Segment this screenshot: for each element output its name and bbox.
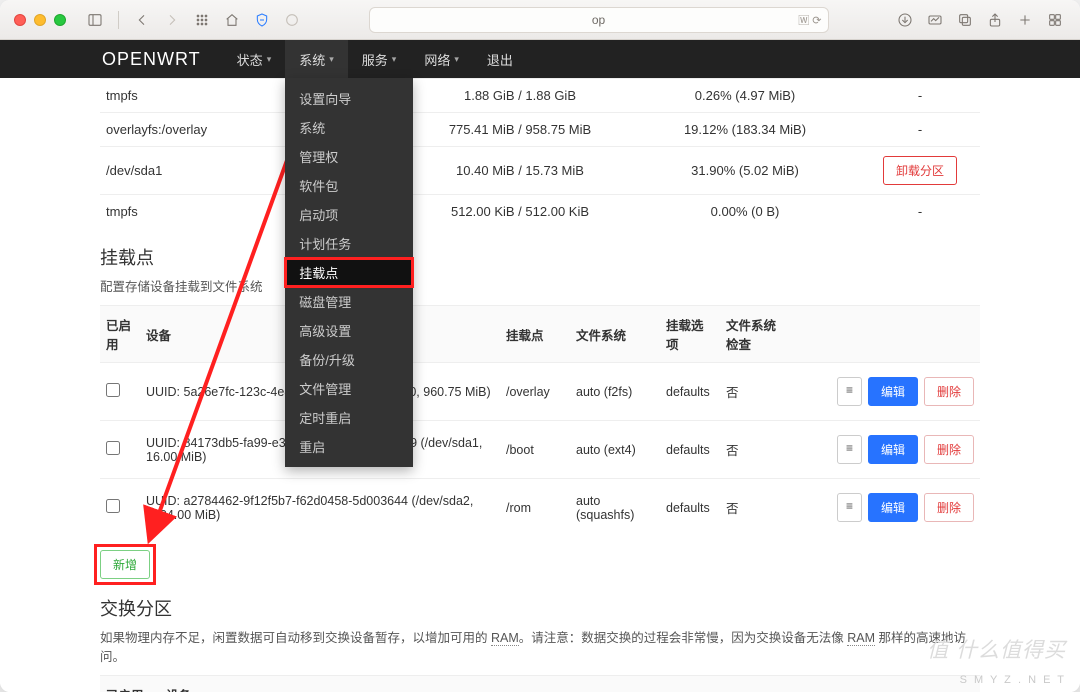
edit-button[interactable]: 编辑 [868,493,918,522]
swap-section-title: 交换分区 [100,595,980,621]
dd-reboot[interactable]: 重启 [285,432,413,461]
privacy-icon[interactable] [281,9,303,31]
apps-icon[interactable] [191,9,213,31]
page-content: OPENWRT 状态▾ 系统▾ 设置向导 系统 管理权 软件包 启动项 计划任务… [0,40,1080,692]
minimize-window-button[interactable] [34,14,46,26]
mount-section-desc: 配置存储设备挂载到文件系统 [100,276,980,295]
close-window-button[interactable] [14,14,26,26]
brand-logo[interactable]: OPENWRT [0,49,223,70]
share-up-icon[interactable] [954,9,976,31]
add-button-highlight: 新增 [100,550,150,579]
add-button[interactable]: 新增 [100,550,150,579]
col-fs: 文件系统 [570,306,660,363]
dd-admin[interactable]: 管理权 [285,142,413,171]
shield-icon[interactable] [251,9,273,31]
dd-setup-wizard[interactable]: 设置向导 [285,84,413,113]
dd-startup[interactable]: 启动项 [285,200,413,229]
col-enabled: 已启用 [100,306,140,363]
edit-button[interactable]: 编辑 [868,435,918,464]
dd-mount-points[interactable]: 挂载点 [285,258,413,287]
nav-logout[interactable]: 退出 [473,40,527,78]
filesystem-table: tmpfs1.88 GiB / 1.88 GiB0.26% (4.97 MiB)… [100,78,980,228]
dd-system[interactable]: 系统 [285,113,413,142]
share-icon[interactable] [984,9,1006,31]
col-point: 挂载点 [500,306,570,363]
col-check: 文件系统检查 [720,306,790,363]
chevron-down-icon: ▾ [392,54,397,65]
download-icon[interactable] [894,9,916,31]
col-enabled: 已启用 [100,676,160,692]
dd-backup[interactable]: 备份/升级 [285,345,413,374]
browser-window: op 🅆 ⟳ OPENWRT 状态▾ 系统▾ 设置向导 系统 管理权 [0,0,1080,692]
annotate-icon[interactable] [924,9,946,31]
delete-button[interactable]: 删除 [924,377,974,406]
chevron-down-icon: ▾ [329,54,334,65]
sidebar-icon[interactable] [84,9,106,31]
table-row: overlayfs:/overlay775.41 MiB / 958.75 Mi… [100,113,980,147]
forward-button[interactable] [161,9,183,31]
table-row: tmpfs512.00 KiB / 512.00 KiB0.00% (0 B)- [100,195,980,229]
row-menu-button[interactable]: ≡ [837,377,862,406]
swap-section-desc: 如果物理内存不足，闲置数据可自动移到交换设备暂存，以增加可用的 RAM。请注意：… [100,627,980,665]
swap-table: 已启用 设备 [100,675,980,692]
unmount-button[interactable]: 卸载分区 [883,156,957,185]
enable-checkbox[interactable] [106,499,120,513]
dd-advanced[interactable]: 高级设置 [285,316,413,345]
table-row: UUID: a2784462-9f12f5b7-f62d0458-5d00364… [100,479,980,537]
delete-button[interactable]: 删除 [924,493,974,522]
mount-section-title: 挂载点 [100,244,980,270]
chevron-down-icon: ▾ [267,54,272,65]
app-navbar: OPENWRT 状态▾ 系统▾ 设置向导 系统 管理权 软件包 启动项 计划任务… [0,40,1080,78]
system-dropdown: 设置向导 系统 管理权 软件包 启动项 计划任务 挂载点 磁盘管理 高级设置 备… [285,78,413,467]
new-tab-icon[interactable] [1014,9,1036,31]
dd-reboot-timer[interactable]: 定时重启 [285,403,413,432]
dd-software[interactable]: 软件包 [285,171,413,200]
nav-system[interactable]: 系统▾ [285,40,348,78]
col-device: 设备 [160,676,980,692]
zoom-window-button[interactable] [54,14,66,26]
row-menu-button[interactable]: ≡ [837,435,862,464]
nav-services[interactable]: 服务▾ [348,40,411,78]
table-row: UUID: 84173db5-fa99-e35a-95c6-28613cc79e… [100,421,980,479]
edit-button[interactable]: 编辑 [868,377,918,406]
nav-network[interactable]: 网络▾ [410,40,473,78]
table-row: /dev/sda110.40 MiB / 15.73 MiB31.90% (5.… [100,147,980,195]
title-bar: op 🅆 ⟳ [0,0,1080,40]
table-row: UUID: 5a26e7fc-123c-4e8f-bb0e-4c1 (/dev/… [100,363,980,421]
delete-button[interactable]: 删除 [924,435,974,464]
table-row: tmpfs1.88 GiB / 1.88 GiB0.26% (4.97 MiB)… [100,79,980,113]
address-text: op [592,13,605,27]
col-opts: 挂载选项 [660,306,720,363]
nav-status[interactable]: 状态▾ [223,40,286,78]
dd-scheduled[interactable]: 计划任务 [285,229,413,258]
reader-icon[interactable]: 🅆 ⟳ [798,12,821,28]
window-controls [14,14,66,26]
tabs-icon[interactable] [1044,9,1066,31]
enable-checkbox[interactable] [106,383,120,397]
home-icon[interactable] [221,9,243,31]
dd-file-man[interactable]: 文件管理 [285,374,413,403]
dd-disk-man[interactable]: 磁盘管理 [285,287,413,316]
address-bar[interactable]: op 🅆 ⟳ [369,7,829,33]
mount-table: 已启用 设备 挂载点 文件系统 挂载选项 文件系统检查 UUID: 5a26e7… [100,305,980,536]
chevron-down-icon: ▾ [454,54,459,65]
row-menu-button[interactable]: ≡ [837,493,862,522]
enable-checkbox[interactable] [106,441,120,455]
back-button[interactable] [131,9,153,31]
